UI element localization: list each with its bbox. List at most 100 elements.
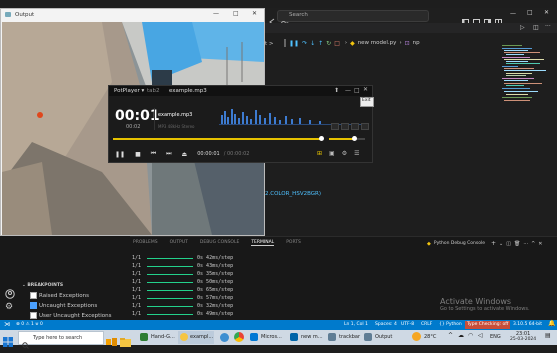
taskbar-search-box[interactable]: Type here to search [18,331,104,349]
taskbar-app-trackbar[interactable]: trackbar [328,331,362,344]
tab-debug-console[interactable]: DEBUG CONSOLE [200,240,239,246]
remote-icon[interactable]: ⋊ [4,321,10,328]
run-icon[interactable]: ▷ [520,24,525,31]
volume-handle[interactable] [352,136,357,141]
problems-count[interactable]: ⊗ 0 ⚠ 1 ⊌ 0 [16,322,43,327]
settings-icon[interactable]: ⚙ [342,150,347,157]
checkbox-user-uncaught[interactable] [30,312,37,319]
wifi-icon[interactable]: ◠ [468,332,473,339]
more-icon[interactable]: ··· [523,241,528,247]
output-titlebar[interactable]: Output — □ ✕ [1,9,264,21]
tab-problems[interactable]: PROBLEMS [133,240,158,246]
type-checking-badge[interactable]: Type Checking: off [465,321,511,329]
potplayer-tab[interactable]: tab2 [147,88,160,94]
manage-gear-icon[interactable]: ⚙ [5,302,13,312]
seek-bar[interactable] [113,136,324,141]
pause-icon[interactable]: ❚❚ [115,151,125,158]
terminal-output[interactable]: 1/1 0s 42ms/step 1/1 0s 43ms/step 1/1 0s 35ms… [132,254,233,318]
command-search-input[interactable]: Search [277,10,429,26]
browser-icon[interactable] [220,333,229,342]
tab-terminal[interactable]: TERMINAL [251,240,275,246]
task-view-icon[interactable] [106,332,117,351]
notification-center-icon[interactable]: ▤ [545,332,551,339]
volume-icon[interactable]: ◁ [478,332,483,339]
next-icon[interactable]: ⏭ [166,150,171,158]
breadcrumb-file[interactable]: new model.py [358,40,397,46]
taskbar-app-microsoft[interactable]: Micros... [250,331,288,344]
taskbar-app-example[interactable]: exampl... [178,331,214,344]
potplayer-titlebar[interactable]: PotPlayer ▾ tab2 example.mp3 ⬆ — □ ✕ [109,86,372,96]
eject-icon[interactable]: ⏏ [182,151,188,158]
pin-icon[interactable]: ⬆ [334,87,339,94]
close-icon[interactable]: ✕ [252,10,257,17]
breakpoints-header[interactable]: ⌄ BREAKPOINTS [22,283,63,288]
close-icon[interactable]: ✕ [544,9,549,16]
language-mode[interactable]: {} Python [439,322,462,327]
minimize-icon[interactable]: — [510,10,516,17]
minimize-icon[interactable]: — [213,10,219,17]
eol[interactable]: CRLF [421,322,432,327]
close-icon[interactable]: ✕ [363,86,368,93]
taskbar-app-output[interactable]: Output [364,331,398,344]
taskbar-app-new-model[interactable]: new m... [290,331,326,344]
minimap[interactable] [500,45,552,105]
notifications-bell-icon[interactable]: 🔔 [548,320,555,327]
settings-toggle-button[interactable] [361,123,369,130]
eq-button[interactable] [331,123,339,130]
accounts-icon[interactable] [5,284,15,303]
show-hidden-icons[interactable]: ^ [448,332,453,339]
debug-step-over-icon[interactable]: ↷ [302,40,307,47]
split-editor-icon[interactable]: ◫ [533,24,539,31]
encoding[interactable]: UTF-8 [401,322,414,327]
breakpoint-item-user-uncaught[interactable]: User Uncaught Exceptions [30,312,112,319]
windows-start-icon[interactable] [3,332,13,351]
checkbox-uncaught[interactable] [30,302,37,309]
indentation[interactable]: Spaces: 4 [375,322,397,327]
3d-icon[interactable]: ▣ [329,150,335,157]
python-interpreter[interactable]: 3.10.5 64-bit [513,322,542,327]
potplayer-menu[interactable]: PotPlayer ▾ [114,88,144,94]
file-explorer-icon[interactable] [120,332,131,351]
weather-icon[interactable] [412,332,421,341]
stop-icon[interactable]: ■ [135,151,141,158]
maximize-panel-icon[interactable]: ^ [531,241,535,247]
cloud-icon[interactable]: ☁ [458,332,464,339]
split-terminal-icon[interactable]: ◫ [506,241,511,247]
repeat-button[interactable] [341,123,349,130]
cursor-position[interactable]: Ln 1, Col 1 [344,322,368,327]
taskbar-app-hand[interactable]: Hand-G... [140,331,175,344]
maximize-icon[interactable]: □ [233,10,239,17]
code-line[interactable]: 2.COLOR_HSV2BGR) [265,191,321,197]
debug-step-out-icon[interactable]: ↑ [318,40,323,47]
close-panel-icon[interactable]: ✕ [538,241,542,247]
debug-pause-icon[interactable]: ❚❚ [289,40,299,47]
new-terminal-icon[interactable]: + [491,240,496,247]
debug-step-into-icon[interactable]: ↓ [310,40,315,47]
tab-output[interactable]: OUTPUT [170,240,188,246]
tab-ports[interactable]: PORTS [286,240,301,246]
potplayer-window[interactable]: PotPlayer ▾ tab2 example.mp3 ⬆ — □ ✕ Exi… [108,85,374,163]
clock[interactable]: 23:01 25-03-2024 [510,331,536,342]
kill-terminal-icon[interactable]: 🗑 [514,241,520,247]
minimize-icon[interactable]: — [345,87,351,94]
breadcrumb-symbol[interactable]: np [413,40,420,46]
debug-grip[interactable] [284,39,286,47]
chrome-icon[interactable] [234,332,244,342]
language-indicator[interactable]: ENG [490,334,501,340]
checkbox-raised[interactable] [30,292,37,299]
debug-restart-icon[interactable]: ↻ [326,40,331,47]
temperature[interactable]: 28°C [424,334,436,340]
breakpoint-item-uncaught[interactable]: Uncaught Exceptions [30,302,97,309]
seek-handle[interactable] [319,136,324,141]
previous-icon[interactable]: ⏮ [151,150,156,158]
chevron-down-icon[interactable]: ⌄ [499,241,503,247]
breakpoint-item-raised[interactable]: Raised Exceptions [30,292,89,299]
playlist-toggle-button[interactable] [351,123,359,130]
subtitle-icon[interactable]: ⊞ [317,150,322,157]
terminal-selector[interactable]: Python Debug Console [434,241,485,246]
debug-stop-icon[interactable]: □ [334,40,340,47]
more-actions-icon[interactable]: ··· [545,23,551,30]
maximize-icon[interactable]: □ [527,9,533,16]
volume-bar[interactable] [329,136,365,141]
maximize-icon[interactable]: □ [354,87,360,94]
